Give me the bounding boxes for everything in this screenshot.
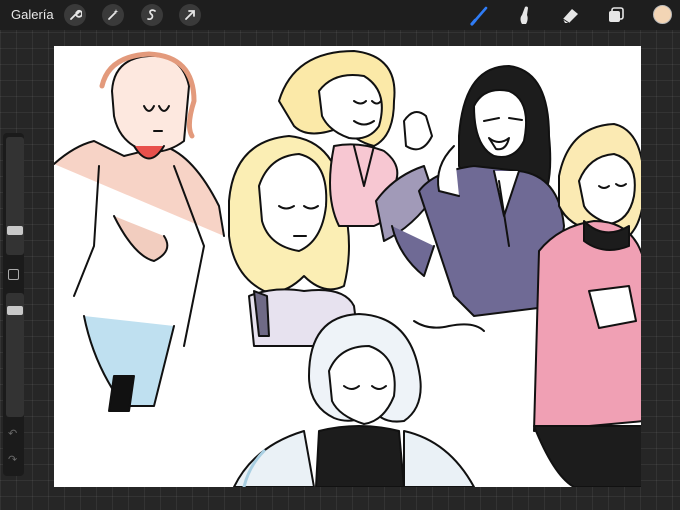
brush-icon[interactable] xyxy=(468,4,492,26)
smudge-icon[interactable] xyxy=(512,4,536,26)
character-sketch xyxy=(533,123,641,487)
magic-wand-icon[interactable] xyxy=(102,4,124,26)
opacity-slider[interactable] xyxy=(6,293,24,417)
brush-size-slider[interactable] xyxy=(6,137,24,255)
color-picker-swatch[interactable] xyxy=(653,5,672,24)
character-sketch xyxy=(54,51,225,412)
layers-icon[interactable] xyxy=(604,4,628,26)
opacity-thumb[interactable] xyxy=(7,306,23,315)
sketch-illustration xyxy=(54,50,641,487)
eraser-icon[interactable] xyxy=(558,4,582,26)
drawing-canvas[interactable] xyxy=(54,46,641,487)
eyedropper-modify-button[interactable] xyxy=(8,269,19,280)
gallery-button[interactable]: Galería xyxy=(11,7,54,22)
redo-icon[interactable]: ↷ xyxy=(8,453,17,466)
undo-icon[interactable]: ↶ xyxy=(8,427,17,440)
wrench-icon[interactable] xyxy=(64,4,86,26)
left-sidebar: ↶ ↷ xyxy=(3,133,24,476)
brush-size-thumb[interactable] xyxy=(7,226,23,235)
selection-icon[interactable] xyxy=(141,4,163,26)
top-toolbar: Galería xyxy=(0,0,680,30)
transform-arrow-icon[interactable] xyxy=(179,4,201,26)
